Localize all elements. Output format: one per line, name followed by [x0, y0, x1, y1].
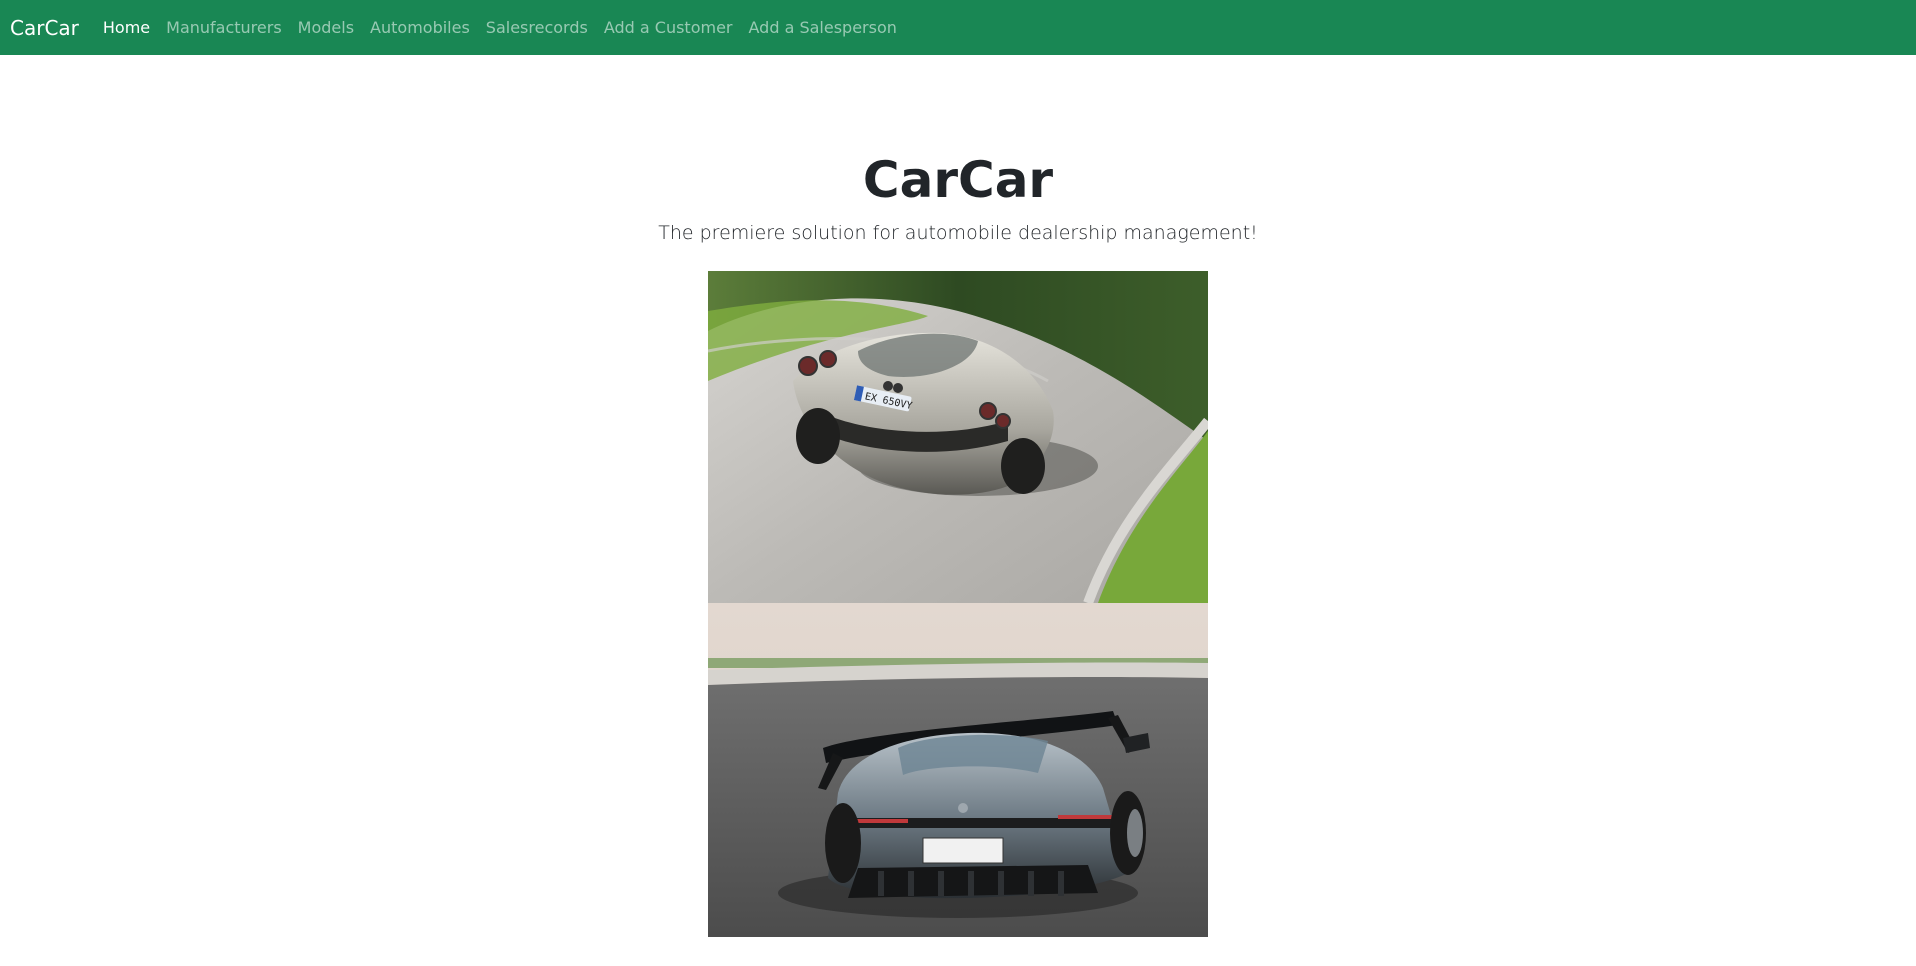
nav-links: Home Manufacturers Models Automobiles Sa…: [103, 18, 913, 37]
nav-link-models[interactable]: Models: [298, 18, 354, 37]
car-photo-1: EX 650VY: [708, 271, 1208, 603]
nav-link-automobiles[interactable]: Automobiles: [370, 18, 470, 37]
nav-link-home[interactable]: Home: [103, 18, 150, 37]
nav-link-add-salesperson[interactable]: Add a Salesperson: [749, 18, 897, 37]
nav-link-add-customer[interactable]: Add a Customer: [604, 18, 733, 37]
navbar-brand[interactable]: CarCar: [10, 16, 79, 40]
navbar: CarCar Home Manufacturers Models Automob…: [0, 0, 1916, 55]
car-photo-2: [708, 603, 1208, 937]
hero: CarCar The premiere solution for automob…: [0, 150, 1916, 246]
page-title: CarCar: [862, 151, 1054, 209]
nav-link-manufacturers[interactable]: Manufacturers: [166, 18, 282, 37]
hero-lead: The premiere solution for automobile dea…: [658, 222, 1258, 244]
nav-link-salesrecords[interactable]: Salesrecords: [486, 18, 588, 37]
